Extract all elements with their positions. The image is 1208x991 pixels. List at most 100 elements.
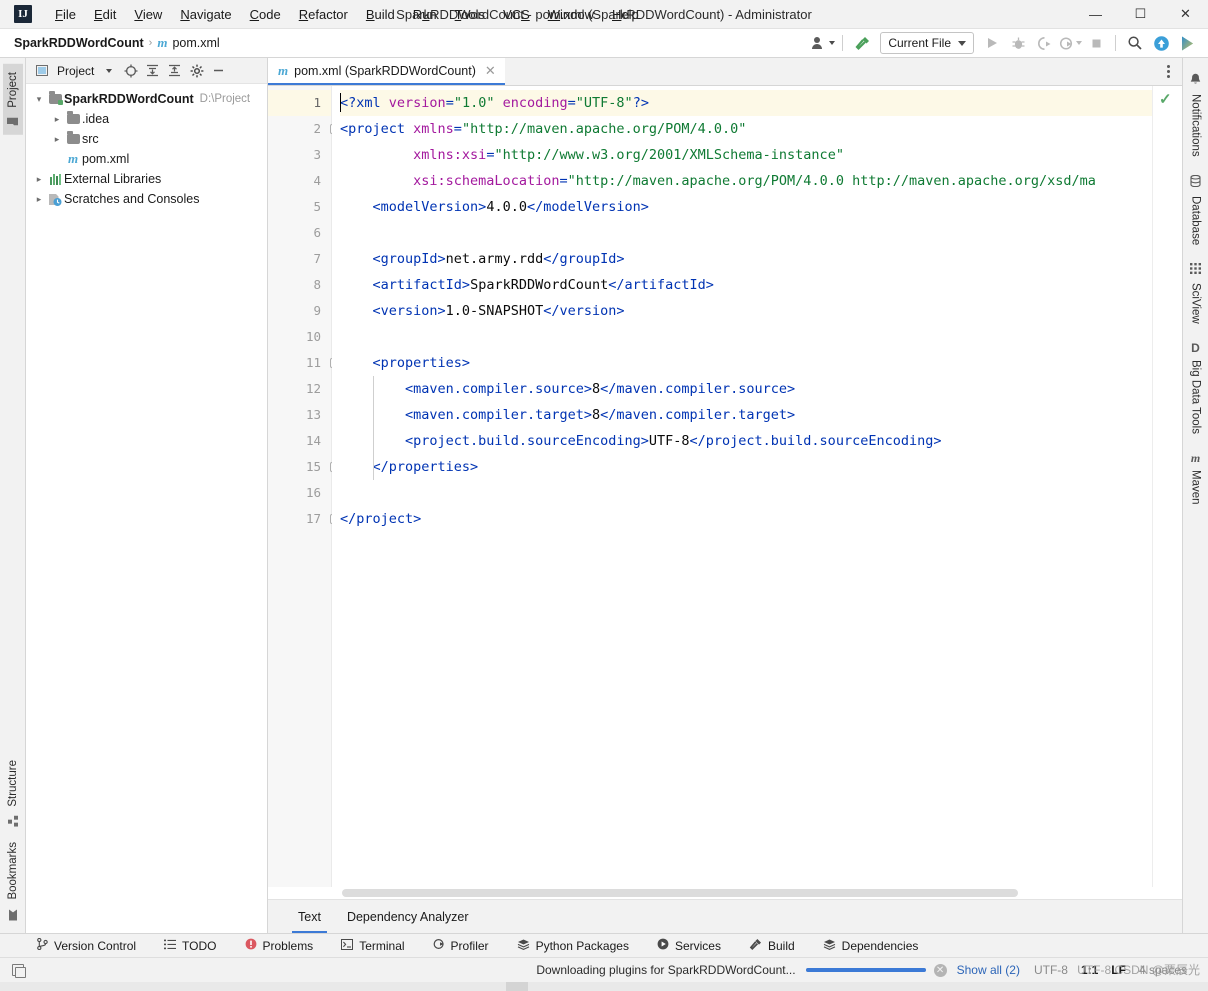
sidebar-item-structure[interactable]: Structure <box>3 752 23 835</box>
chevron-right-icon[interactable]: ▸ <box>32 194 46 205</box>
hide-icon[interactable] <box>209 61 228 80</box>
tool-window-profiler[interactable]: Profiler <box>426 936 496 955</box>
scrollbar-thumb[interactable] <box>342 889 1018 897</box>
code-line[interactable]: <version>1.0-SNAPSHOT</version> <box>340 298 1152 324</box>
sidebar-item-big-data-tools[interactable]: D Big Data Tools <box>1186 333 1206 443</box>
tool-window-label: Problems <box>262 938 314 953</box>
editor-marker-gutter[interactable]: ✓ <box>1152 86 1182 887</box>
sidebar-item-database[interactable]: Database <box>1186 166 1206 254</box>
tree-node-idea[interactable]: ▸ .idea <box>26 109 267 129</box>
sidebar-item-notifications[interactable]: Notifications <box>1186 64 1206 166</box>
code-line[interactable]: <artifactId>SparkRDDWordCount</artifactI… <box>340 272 1152 298</box>
chevron-right-icon[interactable]: ▸ <box>32 174 46 185</box>
code-line[interactable] <box>340 480 1152 506</box>
tree-node-external-libraries[interactable]: ▸ External Libraries <box>26 169 267 189</box>
code-line[interactable]: <maven.compiler.source>8</maven.compiler… <box>340 376 1152 402</box>
menu-item-tools[interactable]: Tools <box>446 4 494 25</box>
inspection-status-icon[interactable]: ✓ <box>1159 90 1172 108</box>
search-icon[interactable] <box>1122 31 1148 55</box>
run-configuration-select[interactable]: Current File <box>880 32 974 54</box>
user-settings-icon[interactable] <box>810 31 836 55</box>
expand-all-icon[interactable] <box>143 61 162 80</box>
tree-node-pom-xml[interactable]: m pom.xml <box>26 149 267 169</box>
code-line[interactable]: </project> <box>340 506 1152 532</box>
tab-dependency-analyzer[interactable]: Dependency Analyzer <box>341 910 475 933</box>
tab-text[interactable]: Text <box>292 910 327 933</box>
select-opened-file-icon[interactable] <box>121 61 140 80</box>
show-all-tasks-link[interactable]: Show all (2) <box>957 963 1020 977</box>
editor-gutter[interactable]: 1 2 3 4 5 6 7 8 9 10 11 12 13 14 15 16 1 <box>268 86 340 887</box>
sidebar-item-maven[interactable]: m Maven <box>1186 443 1206 514</box>
profile-icon[interactable] <box>1057 31 1083 55</box>
breadcrumb-project[interactable]: SparkRDDWordCount <box>14 36 144 50</box>
minimize-button[interactable]: — <box>1073 0 1118 29</box>
status-indent[interactable]: 4 spaces <box>1139 963 1187 977</box>
code-line[interactable] <box>340 324 1152 350</box>
menu-item-vcs[interactable]: VCS <box>494 4 539 25</box>
chevron-right-icon[interactable]: ▸ <box>50 134 64 145</box>
more-options-icon[interactable] <box>1163 61 1174 82</box>
tree-node-project[interactable]: ▾ SparkRDDWordCount D:\Project <box>26 89 267 109</box>
tool-window-terminal[interactable]: Terminal <box>334 937 411 955</box>
menu-item-refactor[interactable]: Refactor <box>290 4 357 25</box>
tool-window-services[interactable]: Services <box>650 936 728 955</box>
tree-node-label: External Libraries <box>64 172 162 186</box>
code-line[interactable] <box>340 220 1152 246</box>
show-tool-windows-icon[interactable] <box>12 964 26 978</box>
code-line[interactable]: </properties> <box>340 454 1152 480</box>
menu-item-help[interactable]: Help <box>603 4 648 25</box>
code-line[interactable]: <?xml version="1.0" encoding="UTF-8"?> <box>340 90 1152 116</box>
maximize-button[interactable]: ☐ <box>1118 0 1163 29</box>
tool-window-problems[interactable]: Problems <box>238 936 321 955</box>
run-icon[interactable] <box>979 31 1005 55</box>
breadcrumb-file[interactable]: m pom.xml <box>157 35 219 51</box>
update-project-icon[interactable] <box>1148 31 1174 55</box>
run-with-coverage-icon[interactable] <box>1031 31 1057 55</box>
menu-item-window[interactable]: Window <box>539 4 603 25</box>
status-line-separator[interactable]: LF <box>1111 963 1126 977</box>
menu-item-build[interactable]: Build <box>357 4 404 25</box>
code-line[interactable]: xsi:schemaLocation="http://maven.apache.… <box>340 168 1152 194</box>
code-line[interactable]: <maven.compiler.target>8</maven.compiler… <box>340 402 1152 428</box>
menu-item-code[interactable]: Code <box>241 4 290 25</box>
tool-window-todo[interactable]: TODO <box>157 937 223 955</box>
tool-window-build[interactable]: Build <box>742 936 802 956</box>
ide-feature-icon[interactable] <box>1174 31 1200 55</box>
chevron-down-icon[interactable] <box>99 61 118 80</box>
code-line[interactable]: xmlns:xsi="http://www.w3.org/2001/XMLSch… <box>340 142 1152 168</box>
sidebar-item-sciview[interactable]: SciView <box>1186 254 1206 333</box>
collapse-all-icon[interactable] <box>165 61 184 80</box>
menu-item-edit[interactable]: Edit <box>85 4 125 25</box>
cancel-task-icon[interactable]: ✕ <box>933 963 947 977</box>
code-editor[interactable]: <?xml version="1.0" encoding="UTF-8"?> <p… <box>332 86 1152 887</box>
sidebar-item-project[interactable]: Project <box>2 64 23 135</box>
menu-item-run[interactable]: Run <box>404 4 446 25</box>
editor-tab-pom-xml[interactable]: m pom.xml (SparkRDDWordCount) ✕ <box>268 58 505 85</box>
code-line[interactable]: <project.build.sourceEncoding>UTF-8</pro… <box>340 428 1152 454</box>
tree-node-scratches-and-consoles[interactable]: ▸ Scratches and Consoles <box>26 189 267 209</box>
debug-icon[interactable] <box>1005 31 1031 55</box>
close-button[interactable]: ✕ <box>1163 0 1208 29</box>
tool-window-python-packages[interactable]: Python Packages <box>510 937 636 955</box>
menu-item-view[interactable]: View <box>125 4 171 25</box>
status-caret-position[interactable]: 1:1 <box>1081 963 1098 977</box>
tool-window-version-control[interactable]: Version Control <box>30 936 143 955</box>
tree-node-src[interactable]: ▸ src <box>26 129 267 149</box>
code-line[interactable]: <modelVersion>4.0.0</modelVersion> <box>340 194 1152 220</box>
build-hammer-icon[interactable] <box>849 31 875 55</box>
code-line[interactable]: <project xmlns="http://maven.apache.org/… <box>340 116 1152 142</box>
code-line[interactable]: <properties> <box>340 350 1152 376</box>
editor-horizontal-scrollbar[interactable] <box>268 887 1182 899</box>
status-encoding[interactable]: UTF-8 <box>1034 963 1068 977</box>
sidebar-item-bookmarks[interactable]: Bookmarks <box>3 834 23 929</box>
stop-icon[interactable] <box>1083 31 1109 55</box>
menu-item-navigate[interactable]: Navigate <box>171 4 240 25</box>
chevron-right-icon[interactable]: ▸ <box>50 114 64 125</box>
chevron-down-icon[interactable]: ▾ <box>32 94 46 105</box>
code-line[interactable]: <groupId>net.army.rdd</groupId> <box>340 246 1152 272</box>
menu-item-file[interactable]: File <box>46 4 85 25</box>
gear-icon[interactable] <box>187 61 206 80</box>
close-icon[interactable]: ✕ <box>485 63 496 79</box>
project-tree[interactable]: ▾ SparkRDDWordCount D:\Project ▸ .idea ▸… <box>26 84 267 933</box>
tool-window-dependencies[interactable]: Dependencies <box>816 937 926 955</box>
